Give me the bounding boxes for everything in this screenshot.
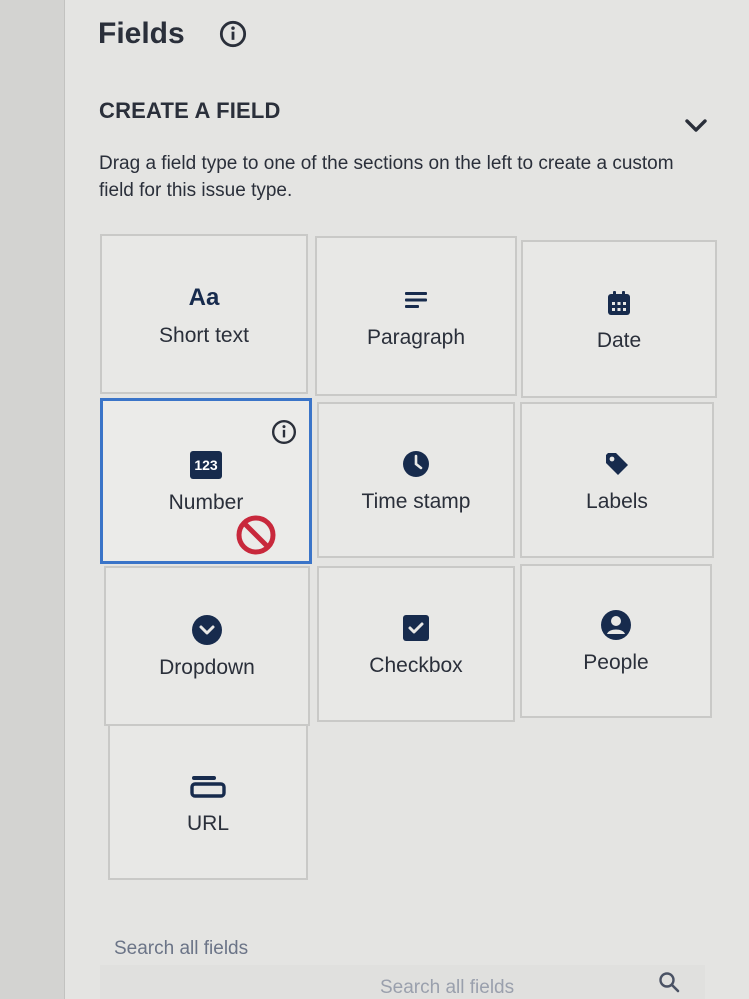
field-tile-number[interactable]: 123 Number <box>100 398 312 564</box>
short-text-icon: Aa <box>188 284 220 311</box>
paragraph-icon <box>403 282 429 318</box>
search-label: Search all fields <box>114 938 249 959</box>
tag-icon <box>602 446 632 482</box>
create-field-description: Drag a field type to one of the sections… <box>99 153 674 201</box>
field-tile-label: Labels <box>586 490 648 513</box>
url-icon <box>188 768 228 804</box>
field-tile-label: Checkbox <box>369 654 463 677</box>
search-field <box>100 965 705 999</box>
left-sections-area <box>0 0 65 999</box>
search-icon[interactable] <box>657 970 681 994</box>
field-tile-label: Date <box>596 329 642 352</box>
field-tile-short-text[interactable]: Aa Short text <box>100 234 308 394</box>
dropdown-icon <box>190 612 224 648</box>
field-tile-dropdown[interactable]: Dropdown <box>104 566 310 726</box>
search-input[interactable] <box>100 965 660 999</box>
calendar-icon <box>605 285 633 321</box>
field-tile-label: Short text <box>159 324 249 347</box>
chevron-down-icon[interactable] <box>680 112 712 140</box>
panel-title: Fields <box>98 17 185 50</box>
field-tile-people[interactable]: People <box>520 564 712 718</box>
info-icon[interactable] <box>271 419 297 445</box>
create-field-heading: CREATE A FIELD <box>99 98 281 123</box>
number-icon: 123 <box>190 447 222 483</box>
field-tile-time-stamp[interactable]: Time stamp <box>317 402 515 558</box>
clock-icon <box>401 446 431 482</box>
field-tile-label: Time stamp <box>361 490 471 513</box>
no-drop-cursor-icon <box>235 514 277 556</box>
field-tile-paragraph[interactable]: Paragraph <box>315 236 517 396</box>
info-icon[interactable] <box>219 20 247 48</box>
field-tile-label: Dropdown <box>159 656 255 679</box>
field-tile-label: Number <box>168 491 244 514</box>
field-tile-label: Paragraph <box>366 326 466 349</box>
field-tile-checkbox[interactable]: Checkbox <box>317 566 515 722</box>
field-tile-label: URL <box>186 812 229 835</box>
person-icon <box>599 607 633 643</box>
field-tile-url[interactable]: URL <box>108 724 308 880</box>
checkbox-icon <box>401 610 431 646</box>
field-tile-label: People <box>583 651 649 674</box>
field-tile-date[interactable]: Date <box>521 240 717 398</box>
field-tile-labels[interactable]: Labels <box>520 402 714 558</box>
panel-header: Fields <box>98 14 247 54</box>
